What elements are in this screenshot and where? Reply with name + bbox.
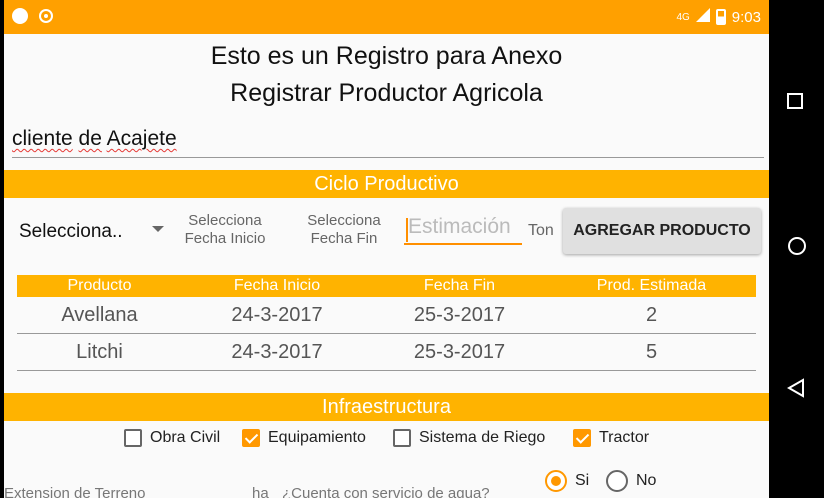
product-entry-row: Selecciona.. Selecciona Fecha Inicio Sel… — [4, 205, 769, 261]
cell-fecha-inicio: 24-3-2017 — [231, 341, 323, 363]
radio-no[interactable]: No — [606, 470, 656, 492]
checkbox-sistema-riego[interactable]: Sistema de Riego — [393, 429, 545, 447]
status-bar: 4G 9:03 — [4, 0, 769, 34]
app-window: 4G 9:03 Esto es un Registro para Anexo R… — [4, 0, 769, 498]
radio-selected-icon — [545, 470, 567, 492]
cliente-word-1: cliente — [12, 127, 73, 150]
fecha-inicio-line1: Selecciona — [188, 212, 262, 229]
fecha-fin-picker[interactable]: Selecciona Fecha Fin — [294, 212, 394, 248]
fecha-inicio-picker[interactable]: Selecciona Fecha Inicio — [174, 212, 276, 248]
radio-unselected-icon — [606, 470, 628, 492]
checkbox-label: Tractor — [599, 429, 650, 446]
checkbox-label: Equipamiento — [268, 429, 366, 446]
signal-icon — [695, 8, 710, 26]
extension-row: Extension de Terreno ha ¿Cuenta con serv… — [4, 470, 769, 498]
checkbox-unchecked-icon — [393, 429, 411, 447]
product-spinner[interactable]: Selecciona.. — [19, 221, 123, 243]
header-fecha-inicio: Fecha Inicio — [233, 277, 321, 294]
cliente-input[interactable]: cliente de Acajete — [12, 127, 764, 158]
infraestructura-header: Infraestructura — [4, 393, 769, 421]
checkbox-checked-icon — [242, 429, 260, 447]
notification-chat-icon — [12, 8, 28, 24]
battery-icon — [715, 9, 726, 25]
home-icon[interactable] — [788, 237, 806, 255]
checkbox-equipamiento[interactable]: Equipamiento — [242, 429, 366, 447]
add-product-button[interactable]: AGREGAR PRODUCTO — [563, 208, 761, 254]
cell-producto: Litchi — [76, 341, 123, 363]
header-producto: Producto — [67, 277, 132, 294]
checkbox-obra-civil[interactable]: Obra Civil — [124, 429, 220, 447]
header-prod-estimada: Prod. Estimada — [596, 277, 707, 294]
radio-si[interactable]: Si — [545, 470, 589, 492]
cell-prod-estimada: 5 — [645, 341, 658, 363]
ha-label: ha — [252, 485, 269, 498]
notification-icons — [12, 8, 54, 24]
checkbox-label: Sistema de Riego — [419, 429, 546, 446]
navigation-bar — [769, 0, 824, 498]
radio-label: Si — [575, 472, 590, 489]
header-fecha-fin: Fecha Fin — [423, 277, 496, 294]
checkbox-tractor[interactable]: Tractor — [573, 429, 649, 447]
cliente-word-2: de — [78, 127, 102, 150]
system-status: 4G 9:03 — [676, 8, 761, 26]
network-type: 4G — [676, 11, 690, 23]
table-row[interactable]: Litchi 24-3-2017 25-3-2017 5 — [17, 334, 756, 371]
cell-producto: Avellana — [61, 304, 138, 326]
text-caret — [406, 218, 408, 242]
page-title: Esto es un Registro para Anexo — [210, 42, 563, 70]
products-table: Producto Fecha Inicio Fecha Fin Prod. Es… — [17, 275, 756, 371]
estimacion-placeholder: Estimación — [408, 215, 511, 238]
infraestructura-options: Obra Civil Equipamiento Sistema de Riego… — [4, 426, 769, 456]
checkbox-unchecked-icon — [124, 429, 142, 447]
shield-icon — [38, 8, 54, 24]
radio-label: No — [636, 472, 657, 489]
back-icon[interactable] — [786, 378, 805, 403]
checkbox-checked-icon — [573, 429, 591, 447]
device-screen: 4G 9:03 Esto es un Registro para Anexo R… — [0, 0, 824, 498]
checkbox-label: Obra Civil — [150, 429, 221, 446]
cell-prod-estimada: 2 — [645, 304, 658, 326]
fecha-fin-line2: Fecha Fin — [310, 230, 378, 247]
agua-question: ¿Cuenta con servicio de agua? — [282, 485, 490, 498]
dropdown-arrow-icon[interactable] — [152, 226, 164, 232]
fecha-fin-line1: Selecciona — [307, 212, 381, 229]
unit-label: Ton — [528, 222, 554, 239]
extension-input[interactable]: Extension de Terreno — [4, 485, 145, 498]
table-row[interactable]: Avellana 24-3-2017 25-3-2017 2 — [17, 297, 756, 334]
cliente-word-3: Acajete — [106, 127, 177, 150]
cell-fecha-fin: 25-3-2017 — [413, 341, 506, 363]
fecha-inicio-line2: Fecha Inicio — [184, 230, 266, 247]
ciclo-productivo-header: Ciclo Productivo — [4, 170, 769, 198]
clock: 9:03 — [731, 8, 761, 26]
page-subtitle: Registrar Productor Agricola — [230, 79, 543, 107]
table-header: Producto Fecha Inicio Fecha Fin Prod. Es… — [17, 275, 756, 297]
recents-icon[interactable] — [787, 93, 803, 109]
cell-fecha-fin: 25-3-2017 — [413, 304, 506, 326]
estimacion-input[interactable]: Estimación — [404, 215, 522, 245]
cell-fecha-inicio: 24-3-2017 — [231, 304, 323, 326]
